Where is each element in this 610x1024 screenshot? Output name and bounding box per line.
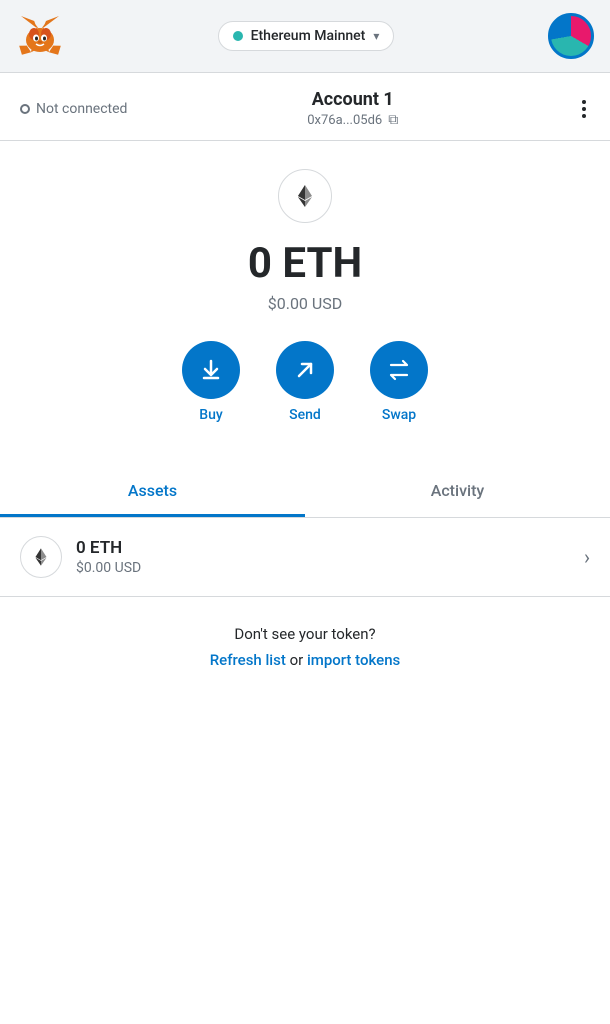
send-icon <box>293 358 317 382</box>
asset-eth-info: 0 ETH $0.00 USD <box>76 538 584 576</box>
more-dot-2 <box>582 107 586 111</box>
metamask-fox-logo[interactable] <box>16 12 64 60</box>
swap-button-wrap[interactable]: Swap <box>370 341 428 423</box>
buy-label: Buy <box>199 407 222 423</box>
swap-icon <box>387 358 411 382</box>
asset-row-chevron: › <box>584 545 590 569</box>
account-address-text: 0x76a...05d6 <box>307 113 382 128</box>
account-info-center: Account 1 0x76a...05d6 ⧉ <box>307 89 398 128</box>
asset-eth-icon <box>20 536 62 578</box>
network-selector[interactable]: Ethereum Mainnet ▾ <box>218 21 395 51</box>
more-dot-3 <box>582 114 586 118</box>
send-button-wrap[interactable]: Send <box>276 341 334 423</box>
asset-eth-usd: $0.00 USD <box>76 560 584 576</box>
header: Ethereum Mainnet ▾ <box>0 0 610 73</box>
asset-eth-name: 0 ETH <box>76 538 584 558</box>
asset-row-eth[interactable]: 0 ETH $0.00 USD › <box>0 518 610 597</box>
buy-icon <box>199 358 223 382</box>
network-name-label: Ethereum Mainnet <box>251 28 366 44</box>
tab-assets[interactable]: Assets <box>0 467 305 517</box>
send-label: Send <box>289 407 321 423</box>
account-bar: Not connected Account 1 0x76a...05d6 ⧉ <box>0 73 610 141</box>
send-button[interactable] <box>276 341 334 399</box>
account-avatar[interactable] <box>548 13 594 59</box>
token-or-text: or <box>290 651 307 669</box>
more-dot-1 <box>582 100 586 104</box>
buy-button[interactable] <box>182 341 240 399</box>
copy-address-icon[interactable]: ⧉ <box>388 112 398 128</box>
action-buttons-row: Buy Send Swap <box>182 341 428 423</box>
network-status-dot <box>233 31 243 41</box>
token-section: Don't see your token? Refresh list or im… <box>0 597 610 685</box>
main-tabs: Assets Activity <box>0 467 610 518</box>
account-name: Account 1 <box>307 89 398 110</box>
account-options-menu[interactable] <box>578 96 590 122</box>
ethereum-icon <box>291 182 319 210</box>
not-connected-dot <box>20 104 30 114</box>
eth-logo-circle <box>278 169 332 223</box>
assets-list: 0 ETH $0.00 USD › <box>0 518 610 597</box>
tab-activity[interactable]: Activity <box>305 467 610 517</box>
import-tokens-link[interactable]: import tokens <box>307 651 400 669</box>
chevron-down-icon: ▾ <box>373 29 379 43</box>
swap-button[interactable] <box>370 341 428 399</box>
eth-asset-icon <box>30 546 52 568</box>
balance-section: 0 ETH $0.00 USD Buy Send <box>0 141 610 455</box>
buy-button-wrap[interactable]: Buy <box>182 341 240 423</box>
not-connected-label: Not connected <box>36 101 127 117</box>
token-links-row: Refresh list or import tokens <box>20 651 590 669</box>
usd-balance: $0.00 USD <box>268 294 343 313</box>
token-question-text: Don't see your token? <box>20 625 590 643</box>
account-address-row: 0x76a...05d6 ⧉ <box>307 112 398 128</box>
refresh-list-link[interactable]: Refresh list <box>210 651 286 669</box>
swap-label: Swap <box>382 407 416 423</box>
connection-status: Not connected <box>20 101 127 117</box>
eth-balance: 0 ETH <box>248 239 362 288</box>
